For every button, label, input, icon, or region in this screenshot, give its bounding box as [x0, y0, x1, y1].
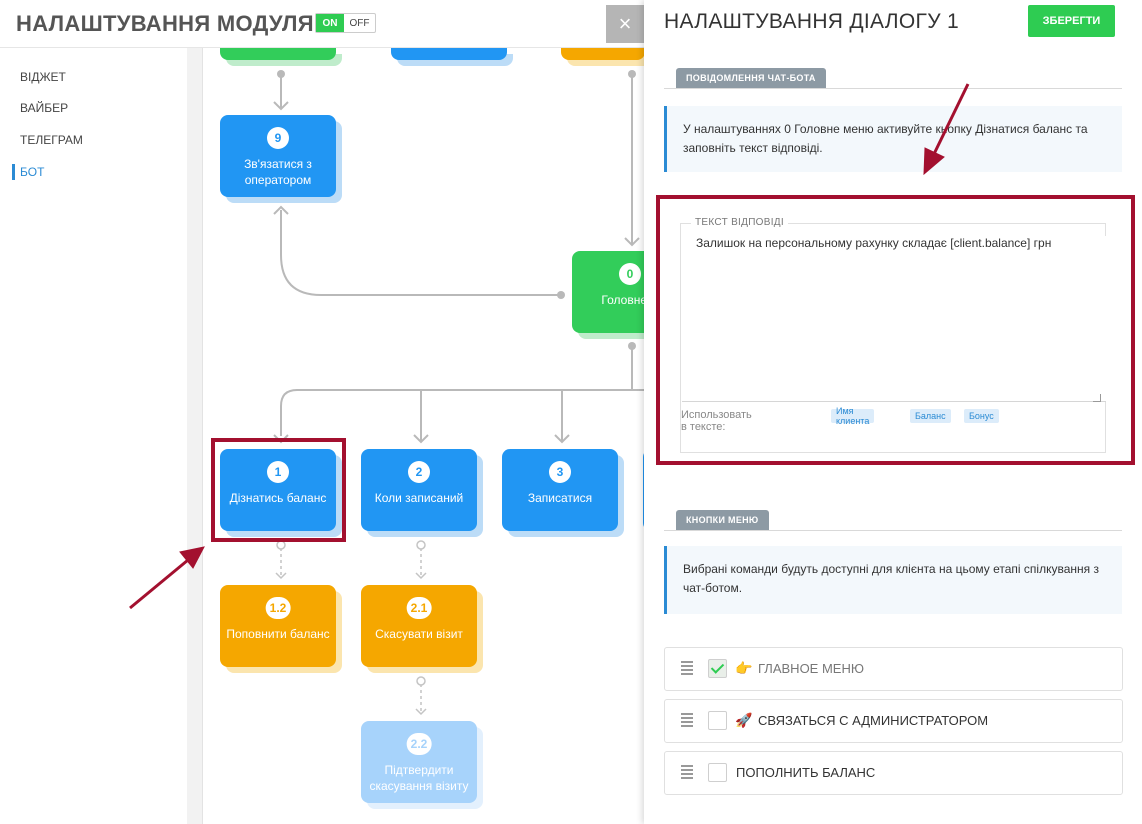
pointing-hand-icon: 👉 [735, 660, 753, 676]
toggle-off[interactable]: OFF [344, 14, 375, 32]
flow-node-0[interactable]: 0 Головне м [572, 251, 644, 333]
menu-item-checkbox[interactable] [708, 763, 727, 782]
menu-item-contact-admin[interactable]: 🚀 СВЯЗАТЬСЯ С АДМИНИСТРАТОРОМ [664, 699, 1123, 743]
flow-node-2[interactable]: 2 Коли записаний [361, 449, 477, 531]
chatbot-info: У налаштуваннях 0 Головне меню активуйте… [664, 106, 1122, 172]
sidebar-item-viber[interactable]: ВАЙБЕР [20, 101, 68, 115]
toggle-on[interactable]: ON [316, 14, 344, 32]
node-number: 2.2 [406, 733, 432, 755]
tag-bonus[interactable]: Бонус [964, 409, 999, 423]
node-number: 3 [549, 461, 571, 483]
flow-node-stub[interactable] [220, 48, 336, 60]
flow-node-stub[interactable] [391, 48, 507, 60]
menu-item-top-up-balance[interactable]: ПОПОЛНИТЬ БАЛАНС [664, 751, 1123, 795]
node-label: Головне м [601, 293, 644, 307]
flow-node-9[interactable]: 9 Зв'язатися з оператором [220, 115, 336, 197]
sidebar: ВІДЖЕТ ВАЙБЕР ТЕЛЕГРАМ БОТ [0, 48, 187, 824]
node-label: Поповнити баланс [226, 627, 330, 641]
menu-item-label: ГЛАВНОЕ МЕНЮ [758, 661, 864, 676]
active-indicator [12, 164, 15, 180]
menu-info: Вибрані команди будуть доступні для кліє… [664, 546, 1122, 614]
menu-item-checkbox[interactable] [708, 659, 727, 678]
section-tab-menu-buttons: КНОПКИ МЕНЮ [676, 510, 769, 530]
highlight-frame-node [211, 438, 346, 542]
node-label: Записатися [527, 491, 593, 505]
divider [664, 88, 1122, 89]
sidebar-item-bot[interactable]: БОТ [20, 165, 44, 179]
drag-handle-icon[interactable] [681, 713, 693, 727]
use-in-text-label: Использовать в тексте: [681, 409, 752, 433]
flow-node-2-2[interactable]: 2.2 Підтвердити скасування візиту [361, 721, 477, 803]
flow-node-1-2[interactable]: 1.2 Поповнити баланс [220, 585, 336, 667]
menu-item-checkbox[interactable] [708, 711, 727, 730]
module-toggle[interactable]: ON OFF [315, 13, 376, 33]
tag-balance[interactable]: Баланс [910, 409, 951, 423]
menu-item-main-menu[interactable]: 👉 ГЛАВНОЕ МЕНЮ [664, 647, 1123, 691]
tag-client-name[interactable]: Имя клиента [831, 406, 875, 426]
flow-node-2-1[interactable]: 2.1 Скасувати візит [361, 585, 477, 667]
module-header: НАЛАШТУВАННЯ МОДУЛЯ ON OFF [0, 0, 644, 48]
close-icon[interactable]: × [606, 5, 644, 43]
flow-canvas[interactable]: 9 Зв'язатися з оператором 0 Головне м 1 … [187, 48, 644, 824]
node-label: Коли записаний [374, 491, 464, 505]
sidebar-item-telegram[interactable]: ТЕЛЕГРАМ [20, 133, 83, 147]
node-label: Скасувати візит [375, 627, 463, 641]
drag-handle-icon[interactable] [681, 765, 693, 779]
section-tab-chatbot-message: ПОВІДОМЛЕННЯ ЧАТ-БОТА [676, 68, 826, 88]
reply-tags-anchor: Использовать в тексте: Имя клиента Балан… [681, 223, 999, 433]
node-number: 0 [619, 263, 641, 285]
node-number: 2.1 [406, 597, 432, 619]
menu-item-label: СВЯЗАТЬСЯ С АДМИНИСТРАТОРОМ [758, 713, 989, 728]
drag-handle-icon[interactable] [681, 661, 693, 675]
node-number: 1.2 [265, 597, 291, 619]
save-button[interactable]: ЗБЕРЕГТИ [1028, 5, 1115, 37]
divider [664, 530, 1122, 531]
flow-node-3[interactable]: 3 Записатися [502, 449, 618, 531]
sidebar-item-widget[interactable]: ВІДЖЕТ [20, 70, 66, 84]
rocket-icon: 🚀 [735, 712, 753, 728]
panel-title: НАЛАШТУВАННЯ ДІАЛОГУ 1 [664, 10, 959, 33]
flow-node-stub[interactable] [561, 48, 644, 60]
node-number: 2 [408, 461, 430, 483]
flow-area: 9 Зв'язатися з оператором 0 Головне м 1 … [202, 48, 644, 824]
menu-item-label: ПОПОЛНИТЬ БАЛАНС [736, 765, 876, 780]
module-title: НАЛАШТУВАННЯ МОДУЛЯ [16, 11, 314, 36]
node-label: Підтвердити скасування візиту [369, 763, 469, 793]
node-number: 9 [267, 127, 289, 149]
node-label: Зв'язатися з оператором [244, 157, 312, 187]
